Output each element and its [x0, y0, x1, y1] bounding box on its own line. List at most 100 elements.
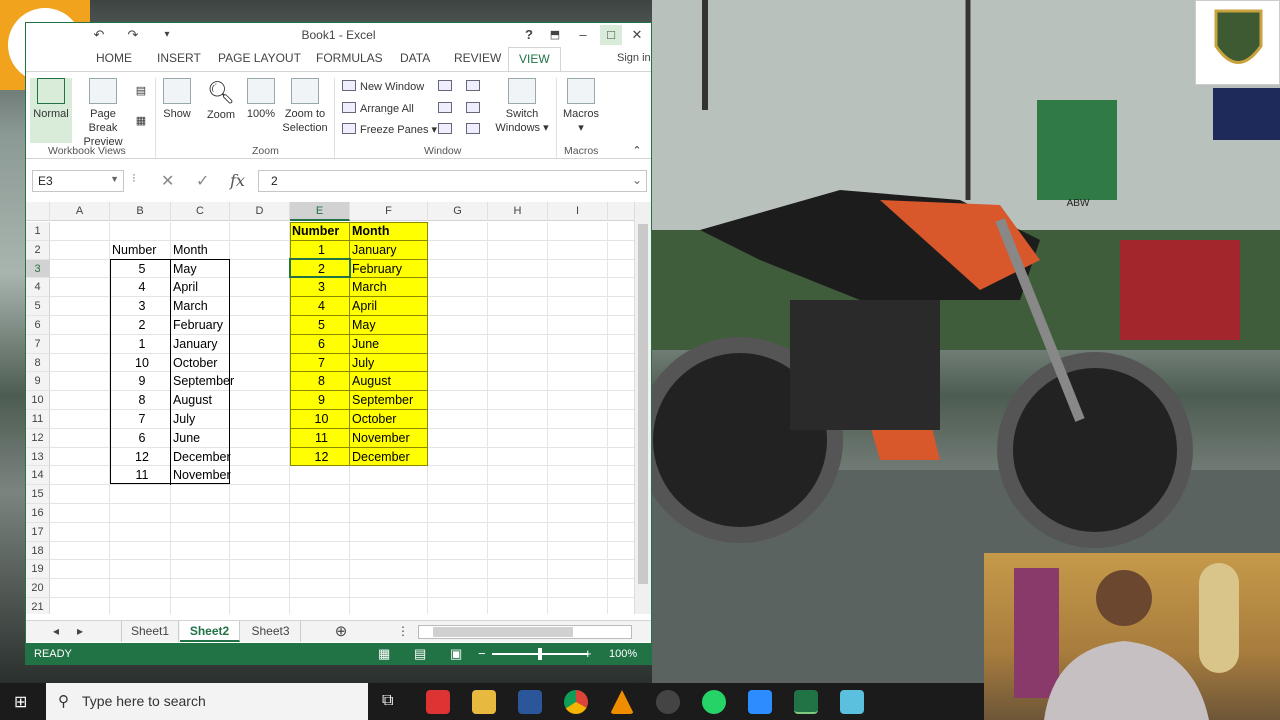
zoom-slider[interactable] — [492, 648, 588, 660]
row-header-12[interactable]: 12 — [26, 428, 50, 448]
chrome-icon[interactable] — [564, 690, 588, 714]
row-header-13[interactable]: 13 — [26, 447, 50, 467]
sheet-tab-2[interactable]: Sheet2 — [180, 621, 240, 642]
collapse-ribbon-icon[interactable]: ⌃ — [630, 144, 644, 158]
row-header-15[interactable]: 15 — [26, 485, 50, 504]
cell-f1[interactable]: Month — [352, 222, 428, 241]
row-header-9[interactable]: 9 — [26, 372, 50, 392]
row-header-18[interactable]: 18 — [26, 541, 50, 561]
arrange-all-button[interactable]: Arrange All — [342, 102, 414, 115]
column-header-f[interactable]: F — [350, 202, 428, 221]
notepad-icon[interactable] — [840, 690, 864, 714]
custom-views-icon[interactable]: ▦ — [134, 114, 148, 128]
cell-f10[interactable]: September — [352, 391, 428, 410]
vlc-icon[interactable] — [610, 690, 634, 714]
row-header-2[interactable]: 2 — [26, 240, 50, 260]
cell-b12[interactable]: 6 — [113, 429, 171, 448]
zoom-slider-thumb[interactable] — [538, 648, 542, 660]
switch-windows-button[interactable]: Switch Windows ▾ — [492, 78, 552, 135]
normal-view-button[interactable]: Normal — [30, 78, 72, 143]
cell-b13[interactable]: 12 — [113, 448, 171, 467]
cell-c5[interactable]: March — [173, 297, 230, 316]
cell-e7[interactable]: 6 — [293, 335, 350, 354]
sign-in-link[interactable]: Sign in — [617, 52, 651, 64]
page-break-preview-button[interactable]: Page Break Preview — [76, 78, 130, 149]
sheet-tab-1[interactable]: Sheet1 — [121, 621, 179, 642]
tab-insert[interactable]: INSERT — [157, 51, 201, 65]
cell-e5[interactable]: 4 — [293, 297, 350, 316]
scroll-sheets-left-icon[interactable]: ◂ — [46, 621, 66, 642]
cancel-entry-icon[interactable]: ✕ — [161, 171, 174, 191]
cell-b11[interactable]: 7 — [113, 410, 171, 429]
row-header-17[interactable]: 17 — [26, 522, 50, 542]
page-layout-status-icon[interactable]: ▤ — [414, 646, 426, 662]
zoom-level[interactable]: 100% — [609, 648, 637, 660]
cell-b6[interactable]: 2 — [113, 316, 171, 335]
cell-f11[interactable]: October — [352, 410, 428, 429]
help-icon[interactable]: ? — [518, 25, 540, 45]
tab-formulas[interactable]: FORMULAS — [316, 51, 383, 65]
view-side-by-side-icon[interactable] — [466, 80, 484, 93]
cell-c12[interactable]: June — [173, 429, 230, 448]
cell-b2[interactable]: Number — [112, 241, 171, 260]
cell-f2[interactable]: January — [352, 241, 428, 260]
cell-f9[interactable]: August — [352, 372, 428, 391]
cell-b10[interactable]: 8 — [113, 391, 171, 410]
tab-review[interactable]: REVIEW — [454, 51, 501, 65]
vertical-scrollbar[interactable] — [634, 202, 651, 614]
confirm-entry-icon[interactable]: ✓ — [196, 171, 209, 191]
tab-data[interactable]: DATA — [400, 51, 430, 65]
cell-c2[interactable]: Month — [173, 241, 230, 260]
tab-page-layout[interactable]: PAGE LAYOUT — [218, 51, 301, 65]
zoom-in-icon[interactable]: + — [584, 646, 592, 661]
cell-c3[interactable]: May — [173, 260, 230, 279]
new-window-button[interactable]: New Window — [342, 80, 424, 93]
column-header-e[interactable]: E — [290, 202, 350, 221]
zoom-button[interactable]: 🔍︎ Zoom — [202, 78, 240, 122]
column-header-h[interactable]: H — [488, 202, 548, 221]
page-break-status-icon[interactable]: ▣ — [450, 646, 462, 662]
whatsapp-icon[interactable] — [702, 690, 726, 714]
file-explorer-icon[interactable] — [472, 690, 496, 714]
cell-e8[interactable]: 7 — [293, 354, 350, 373]
row-header-10[interactable]: 10 — [26, 391, 50, 410]
cell-e11[interactable]: 10 — [293, 410, 350, 429]
row-header-11[interactable]: 11 — [26, 410, 50, 429]
tab-view[interactable]: VIEW — [508, 47, 561, 72]
cell-f4[interactable]: March — [352, 278, 428, 297]
formula-input[interactable]: 2 ⌄ — [258, 170, 647, 192]
cell-f12[interactable]: November — [352, 429, 428, 448]
sheet-tab-3[interactable]: Sheet3 — [241, 621, 301, 642]
zoom-100-button[interactable]: 100% — [244, 78, 278, 121]
freeze-panes-button[interactable]: Freeze Panes ▾ — [342, 123, 437, 136]
cell-b4[interactable]: 4 — [113, 278, 171, 297]
cell-e1[interactable]: Number — [292, 222, 350, 241]
cell-e4[interactable]: 3 — [293, 278, 350, 297]
taskbar-search[interactable]: ⚲ Type here to search — [46, 683, 368, 720]
show-button[interactable]: Show — [160, 78, 194, 121]
column-header-c[interactable]: C — [171, 202, 230, 221]
cell-b7[interactable]: 1 — [113, 335, 171, 354]
split-icon[interactable] — [438, 80, 456, 93]
cell-f7[interactable]: June — [352, 335, 428, 354]
column-header-i[interactable]: I — [548, 202, 608, 221]
row-header-21[interactable]: 21 — [26, 598, 50, 614]
cell-c13[interactable]: December — [173, 448, 231, 467]
minimize-icon[interactable]: – — [572, 25, 594, 45]
tab-split-icon[interactable]: ⋮ — [396, 621, 410, 642]
cell-f6[interactable]: May — [352, 316, 428, 335]
row-header-7[interactable]: 7 — [26, 334, 50, 354]
cell-f3[interactable]: February — [352, 260, 428, 279]
windows-start-icon[interactable]: ⊞ — [14, 692, 27, 712]
macros-button[interactable]: Macros ▾ — [560, 78, 602, 135]
column-header-d[interactable]: D — [230, 202, 290, 221]
cell-c8[interactable]: October — [173, 354, 230, 373]
excel-taskbar-icon[interactable] — [794, 690, 818, 714]
new-sheet-icon[interactable]: ⊕ — [328, 621, 354, 642]
cell-c4[interactable]: April — [173, 278, 230, 297]
row-header-16[interactable]: 16 — [26, 504, 50, 523]
maximize-icon[interactable]: □ — [600, 25, 622, 45]
cell-c9[interactable]: September — [173, 372, 234, 391]
row-header-3[interactable]: 3 — [26, 259, 50, 279]
hide-icon[interactable] — [438, 102, 456, 115]
